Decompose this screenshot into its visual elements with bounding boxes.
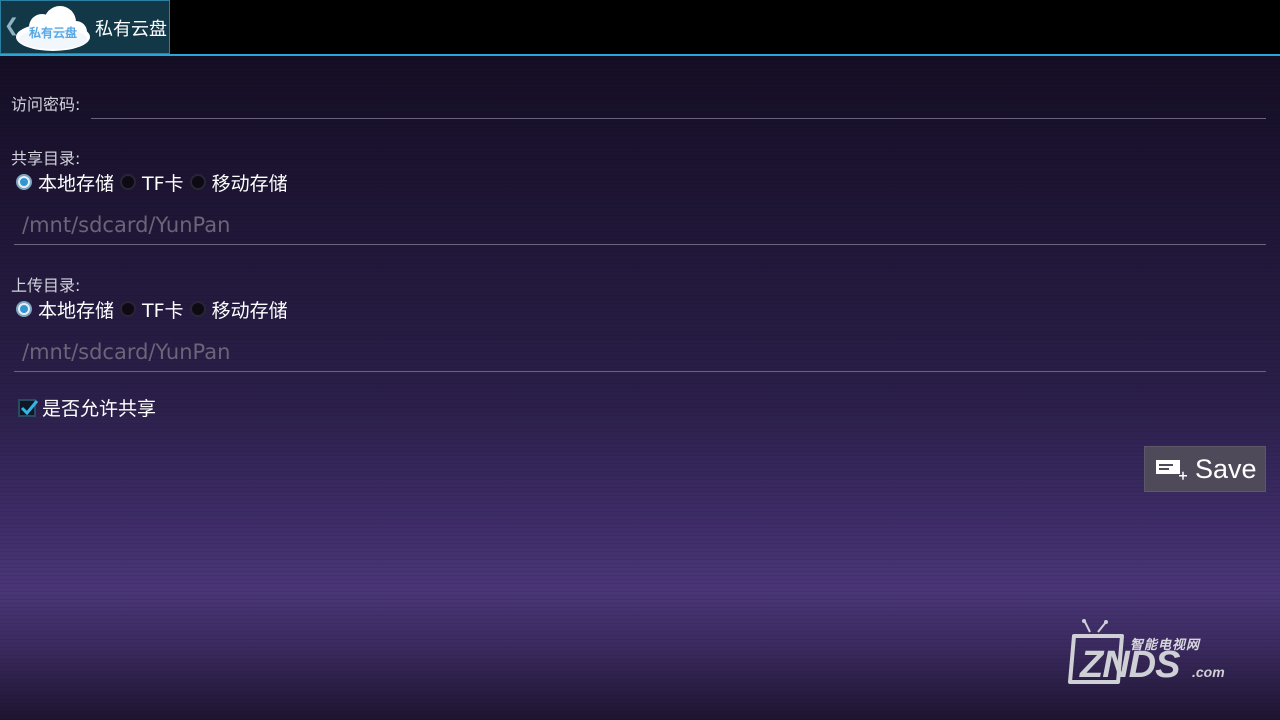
upload-radio-mobile[interactable]: 移动存储 xyxy=(189,296,288,323)
upload-path-input[interactable]: /mnt/sdcard/YunPan xyxy=(22,340,230,364)
radio-unchecked-icon xyxy=(120,301,137,317)
share-radio-local[interactable]: 本地存储 xyxy=(16,169,114,196)
share-dir-label: 共享目录: xyxy=(11,149,81,168)
upload-dir-label: 上传目录: xyxy=(11,276,81,295)
share-path-underline xyxy=(14,244,1266,245)
upload-radio-local[interactable]: 本地存储 xyxy=(16,296,114,323)
checkbox-checked-icon xyxy=(18,398,39,417)
radio-unchecked-icon xyxy=(189,174,206,190)
radio-checked-icon xyxy=(16,174,32,190)
password-label: 访问密码: xyxy=(11,95,81,114)
watermark-main-text: ZNDS xyxy=(1080,644,1180,686)
app-icon-label: 私有云盘 xyxy=(28,26,77,40)
home-up-button[interactable]: ❮ 私有云盘 私有云盘 xyxy=(0,0,170,54)
save-button-label: Save xyxy=(1195,453,1257,484)
radio-checked-icon xyxy=(16,301,32,317)
share-path-input[interactable]: /mnt/sdcard/YunPan xyxy=(22,213,230,237)
action-bar: ❮ 私有云盘 私有云盘 xyxy=(0,0,1280,56)
znds-watermark: 智能电视网 ZNDS .com xyxy=(1068,618,1238,694)
radio-unchecked-icon xyxy=(120,174,137,190)
app-title: 私有云盘 xyxy=(95,19,167,40)
save-button[interactable]: Save xyxy=(1144,446,1266,492)
upload-path-underline xyxy=(14,371,1266,372)
allow-share-label: 是否允许共享 xyxy=(42,398,157,420)
password-input-underline xyxy=(91,118,1266,119)
upload-radio-tf[interactable]: TF卡 xyxy=(120,296,184,323)
add-note-icon xyxy=(1156,460,1187,480)
allow-share-checkbox[interactable]: 是否允许共享 xyxy=(18,394,156,421)
share-radio-tf[interactable]: TF卡 xyxy=(120,169,184,196)
radio-unchecked-icon xyxy=(189,301,206,317)
share-radio-mobile[interactable]: 移动存储 xyxy=(189,169,288,196)
share-storage-radio-group: 本地存储 TF卡 移动存储 xyxy=(16,168,294,196)
watermark-suffix-text: .com xyxy=(1192,664,1225,680)
upload-storage-radio-group: 本地存储 TF卡 移动存储 xyxy=(16,295,294,323)
